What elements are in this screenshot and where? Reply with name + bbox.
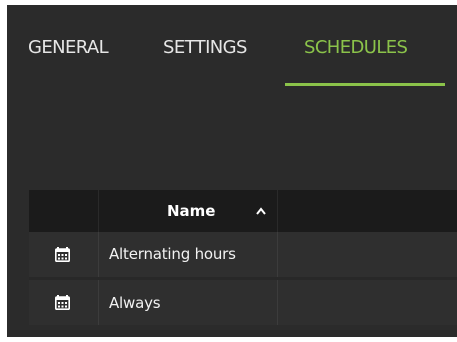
column-divider bbox=[98, 190, 99, 232]
schedules-table: Name Alternating hours Always bbox=[29, 190, 457, 325]
tab-settings[interactable]: SETTINGS bbox=[163, 37, 247, 59]
table-row[interactable]: Always bbox=[29, 277, 457, 325]
table-header: Name bbox=[29, 190, 457, 232]
calendar-icon bbox=[55, 247, 70, 262]
column-header-name[interactable]: Name bbox=[167, 202, 215, 220]
active-tab-indicator bbox=[285, 83, 445, 86]
column-divider bbox=[98, 232, 99, 277]
calendar-icon bbox=[55, 295, 70, 310]
tab-bar: GENERAL SETTINGS SCHEDULES bbox=[7, 5, 457, 87]
column-divider bbox=[277, 232, 278, 277]
app-window: GENERAL SETTINGS SCHEDULES Name Alternat… bbox=[7, 5, 457, 337]
tab-general[interactable]: GENERAL bbox=[28, 37, 109, 59]
schedule-name: Always bbox=[109, 294, 161, 312]
column-divider bbox=[98, 280, 99, 325]
column-divider bbox=[277, 190, 278, 232]
tab-schedules[interactable]: SCHEDULES bbox=[304, 37, 408, 59]
column-divider bbox=[277, 280, 278, 325]
table-row[interactable]: Alternating hours bbox=[29, 232, 457, 277]
schedule-name: Alternating hours bbox=[109, 245, 236, 263]
chevron-up-icon[interactable] bbox=[255, 206, 267, 216]
